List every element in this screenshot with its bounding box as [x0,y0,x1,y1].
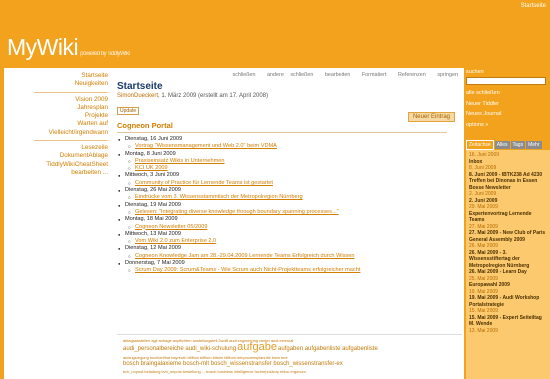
event-day: Mittwoch, 3 Juni 2009 [117,172,460,180]
timeline-item[interactable]: 19. Mai 2009 - Audi Workshop Portalstrat… [469,295,547,308]
jump-button[interactable]: springen [437,72,458,78]
menu-item-vielleicht[interactable]: Vielleicht/irgendwann [4,129,108,137]
tag-cloud-line[interactable]: bvh_unpost-beladung bvh_unpost-bestellun… [123,368,458,375]
formatted-button[interactable]: Formatiert [362,72,387,78]
startseite-top-link[interactable]: Startseite [521,3,546,9]
tab-mehr[interactable]: Mehr [526,141,542,149]
tiddler-toolbar: schließen andere schließen bearbeiten Fo… [117,72,460,78]
event-link[interactable]: Eindrücke vom 3. Wissensstammtisch der M… [117,194,460,202]
event-day: Montag, 18 Mai 2009 [117,216,460,224]
timeline-list: 16. Juni 2009 Inbox 8. Juni 2009 8. Juni… [466,150,550,379]
menu-item-vision[interactable]: Vision 2009 [4,96,108,104]
site-title: MyWiki [7,34,79,60]
tag-cloud-line[interactable]: aufzugsregung buchtarifhat bayreuth bitf… [123,354,458,361]
search-input[interactable] [466,77,546,85]
new-journal-link[interactable]: Neues Journal [466,109,548,120]
close-button[interactable]: schließen [232,72,255,78]
timeline-date: 13. Mai 2009 [469,327,498,334]
event-link[interactable]: Vortrag "Wissensmanagement und Web 2.0" … [117,143,460,151]
event-day: Dienstag, 12 Mai 2009 [117,245,460,253]
references-button[interactable]: Referenzen [398,72,426,78]
header: Startseite MyWiki powered by TiddlyWiki [0,0,550,68]
event-link[interactable]: KCI UK 2009 [117,165,460,173]
tag-cloud-line: audi_personalbereiche audi_wiki-schulung… [123,341,458,353]
side-actions: alle schließen Neuer Tiddler Neues Journ… [466,88,548,130]
event-list: Dienstag, 16 Juni 2009 Vortrag "Wissensm… [117,136,460,275]
event-link[interactable]: Cogneon Knowledge Jam am 28.-29.04.2009 … [117,253,460,261]
tab-zeitachse[interactable]: Zeitachse [466,140,494,150]
menu-divider [34,140,108,142]
sidebar-tabs: Zeitachse Alles Tags Mehr [466,140,550,150]
page-byline: SimonDueckert, 1. März 2009 (erstellt am… [117,93,460,99]
tag-cloud: abtagsabstellen agil antrage anpflichten… [117,334,462,379]
new-tiddler-link[interactable]: Neuer Tiddler [466,99,548,110]
event-link[interactable]: Praxiseinsatz Wikis in Unternehmen [117,158,460,166]
menu-item-cheatsheet[interactable]: TiddlyWikiCheatSheet [4,161,108,169]
menu-item-projekte[interactable]: Projekte [4,112,108,120]
event-day: Dienstag, 16 Juni 2009 [117,136,460,144]
tab-alles[interactable]: Alles [494,141,510,149]
event-day: Montag, 8 Juni 2009 [117,151,460,159]
tag-link[interactable]: aufgaben aufgabenliste aufgabenliste [278,346,378,352]
site-logo: MyWiki powered by TiddlyWiki [7,34,130,61]
event-day: Dienstag, 19 Mai 2009 [117,202,460,210]
timeline-item[interactable]: 8. Juni 2009 - IBTK238 Ad 4230 Treffen b… [469,172,547,185]
timeline-item[interactable]: Expertenvortrag Lernende Teams [469,211,547,224]
close-all-link[interactable]: alle schließen [466,88,548,99]
byline-date: , 1. März 2009 (erstellt am 17. April 20… [158,93,269,99]
event-link[interactable]: Scrum Day 2009: Scrum&Teams - Wie Scrum … [117,267,460,275]
author-link[interactable]: SimonDueckert [117,93,158,99]
event-day: Mittwoch, 13 Mai 2009 [117,231,460,239]
menu-item-bearbeiten[interactable]: bearbeiten ... [4,169,108,177]
powered-by-text: powered by TiddlyWiki [80,51,130,57]
menu-item-jahresplan[interactable]: Jahresplan [4,104,108,112]
menu-item-lesezeile[interactable]: Lesezeile [4,144,108,152]
menu-item-dokumentablage[interactable]: DokumentAblage [4,152,108,160]
tag-link-aufgabe[interactable]: aufgabe [237,341,277,353]
search-label: suchen [466,69,484,75]
event-day: Dienstag, 26 Mai 2009 [117,187,460,195]
timeline-item[interactable]: 27. Mai 2009 - New Club of Paris General… [469,230,547,243]
tiddler-startseite: schließen andere schließen bearbeiten Fo… [117,72,460,275]
close-others-button[interactable]: andere schließen [267,72,313,78]
portal-heading: Cogneon Portal [117,121,447,133]
event-link[interactable]: Gelesen: "Integrating diverse knowledge … [117,209,460,217]
main-menu: Startseite Neuigkeiten Vision 2009 Jahre… [4,72,108,177]
menu-item-warten-auf[interactable]: Warten auf [4,120,108,128]
page-title: Startseite [117,81,163,92]
tag-cloud-line[interactable]: bosch braingalaxieme bosch-mlt bosch_wis… [123,361,458,368]
timeline-item[interactable]: 26. Mai 2009 - 3. Wissensstiftertag der … [469,250,547,270]
event-link[interactable]: Cogneon Newsletter 05/2009 [117,224,460,232]
event-link[interactable]: Vom Wiki 2.0 zum Enterprise 2.0 [117,238,460,246]
edit-button[interactable]: bearbeiten [325,72,350,78]
tab-tags[interactable]: Tags [510,141,526,149]
tag-link[interactable]: audi_personalbereiche audi_wiki-schulung [123,346,236,352]
tag-cloud-line[interactable]: abtagsabstellen agil antrage anpflichten… [123,337,458,344]
menu-divider [34,91,108,93]
options-link[interactable]: options » [466,120,548,131]
event-day: Donnerstag, 7 Mai 2009 [117,260,460,268]
menu-item-neuigkeiten[interactable]: Neuigkeiten [4,80,108,88]
event-link[interactable]: Community of Practice für Lernende Teams… [117,180,460,188]
menu-item-startseite[interactable]: Startseite [4,72,108,80]
timeline-item[interactable]: 15. Mai 2009 - Expert Seiteiltag M. Wend… [469,315,547,328]
new-entry-button[interactable]: Neuer Eintrag [407,112,455,122]
update-button[interactable]: Update [117,107,140,115]
